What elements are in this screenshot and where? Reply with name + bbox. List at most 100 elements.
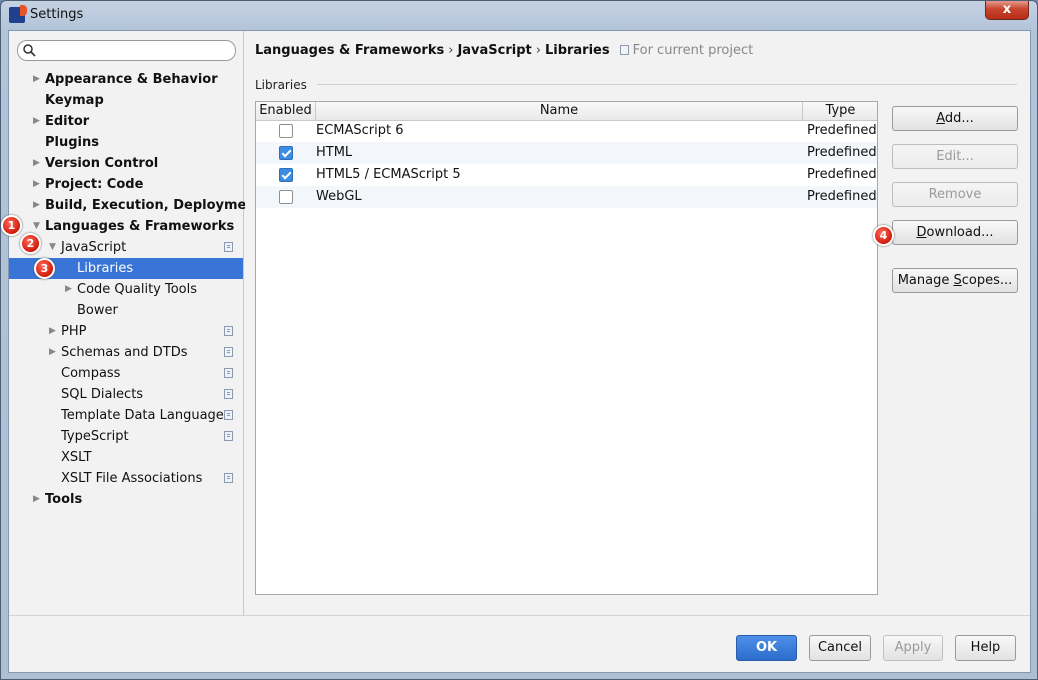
project-scope-icon	[224, 242, 233, 252]
column-header-type[interactable]: Type	[803, 102, 878, 120]
project-icon	[619, 45, 629, 55]
add-button[interactable]: Add...	[892, 106, 1018, 131]
column-header-enabled[interactable]: Enabled	[256, 102, 316, 120]
sidebar-item-label: Editor	[45, 114, 90, 129]
sidebar-item[interactable]: SQL Dialects	[9, 384, 243, 405]
column-header-name[interactable]: Name	[316, 102, 803, 120]
sidebar-item-label: Libraries	[77, 261, 134, 276]
project-scope-icon	[224, 389, 233, 399]
sidebar-item[interactable]: ▶ Editor	[9, 111, 243, 132]
breadcrumb-languages-frameworks[interactable]: Languages & Frameworks	[255, 43, 444, 58]
settings-search-input[interactable]	[17, 40, 236, 61]
enabled-checkbox[interactable]	[279, 124, 293, 138]
project-scope-icon	[224, 326, 233, 336]
help-button[interactable]: Help	[955, 635, 1016, 661]
sidebar-item-label: Tools	[45, 492, 83, 507]
sidebar-item[interactable]: XSLT File Associations	[9, 468, 243, 489]
collapse-right-icon[interactable]: ▶	[33, 69, 40, 90]
table-row[interactable]: ECMAScript 6 Predefined	[256, 120, 877, 142]
sidebar-item-label: Compass	[61, 366, 121, 381]
collapse-right-icon[interactable]: ▶	[65, 279, 72, 300]
sidebar-item-label: XSLT	[61, 450, 92, 465]
title-bar: Settings x	[1, 1, 1037, 29]
project-scope-note: For current project	[619, 43, 754, 58]
library-type: Predefined	[807, 123, 877, 138]
sidebar-item-label: TypeScript	[61, 429, 129, 444]
sidebar-item[interactable]: ▶ Project: Code	[9, 174, 243, 195]
sidebar-item[interactable]: ▶ Code Quality Tools	[9, 279, 243, 300]
libraries-table: Enabled Name Type ECMAScript 6 Predefined…	[255, 101, 878, 595]
sidebar-item[interactable]: ▶ Version Control	[9, 153, 243, 174]
settings-tree: ▶ Appearance & Behavior Keymap ▶ Editor Plugi…	[9, 69, 262, 510]
cancel-button[interactable]: Cancel	[809, 635, 871, 661]
table-row[interactable]: HTML Predefined	[256, 142, 877, 164]
sidebar-item[interactable]: Plugins	[9, 132, 243, 153]
project-scope-label: For current project	[632, 43, 754, 58]
library-name: WebGL	[316, 189, 362, 204]
table-row[interactable]: WebGL Predefined	[256, 186, 877, 208]
sidebar-item-label: Project: Code	[45, 177, 144, 192]
sidebar-item[interactable]: ▶ Appearance & Behavior	[9, 69, 243, 90]
sidebar-item-label: Bower	[77, 303, 118, 318]
sidebar-item-label: Plugins	[45, 135, 99, 150]
settings-window: Settings x ▶ Appearance & Behavior Keymap ▶…	[0, 0, 1038, 680]
add-label: dd...	[944, 111, 974, 126]
breadcrumb-javascript[interactable]: JavaScript	[457, 43, 531, 58]
sidebar-item-label: Version Control	[45, 156, 159, 171]
collapse-right-icon[interactable]: ▶	[49, 321, 56, 342]
enabled-checkbox[interactable]	[279, 146, 293, 160]
sidebar-item[interactable]: ▼ JavaScript	[9, 237, 243, 258]
project-scope-icon	[224, 431, 233, 441]
remove-button[interactable]: Remove	[892, 182, 1018, 207]
enabled-checkbox[interactable]	[279, 190, 293, 204]
project-scope-icon	[224, 347, 233, 357]
sidebar-item-label: Appearance & Behavior	[45, 72, 218, 87]
download-button[interactable]: Download...	[892, 220, 1018, 245]
sidebar-item[interactable]: Template Data Languages	[9, 405, 243, 426]
apply-button[interactable]: Apply	[883, 635, 943, 661]
table-row[interactable]: HTML5 / ECMAScript 5 Predefined	[256, 164, 877, 186]
dialog-body: ▶ Appearance & Behavior Keymap ▶ Editor Plugi…	[8, 30, 1031, 673]
annotation-badge-4: 4	[873, 225, 894, 246]
sidebar-item-label: Keymap	[45, 93, 104, 108]
sidebar-item-label: XSLT File Associations	[61, 471, 203, 486]
sidebar-item[interactable]: ▼ Languages & Frameworks	[9, 216, 243, 237]
collapse-right-icon[interactable]: ▶	[49, 342, 56, 363]
sidebar-item[interactable]: ▶ Build, Execution, Deployment	[9, 195, 262, 216]
manage-mnemonic: S	[953, 273, 962, 288]
expand-down-icon[interactable]: ▼	[49, 237, 56, 258]
sidebar-item[interactable]: ▶ Schemas and DTDs	[9, 342, 243, 363]
ok-button[interactable]: OK	[736, 635, 797, 661]
collapse-right-icon[interactable]: ▶	[33, 195, 40, 216]
close-button[interactable]: x	[985, 1, 1029, 20]
library-type: Predefined	[807, 167, 877, 182]
annotation-badge-3: 3	[34, 258, 55, 279]
library-type: Predefined	[807, 189, 877, 204]
download-label: ownload...	[926, 225, 994, 240]
library-name: HTML5 / ECMAScript 5	[316, 167, 461, 182]
sidebar-item[interactable]: XSLT	[9, 447, 243, 468]
library-name: ECMAScript 6	[316, 123, 404, 138]
library-name: HTML	[316, 145, 353, 160]
enabled-checkbox[interactable]	[279, 168, 293, 182]
edit-button[interactable]: Edit...	[892, 144, 1018, 169]
collapse-right-icon[interactable]: ▶	[33, 489, 40, 510]
sidebar-item-label: SQL Dialects	[61, 387, 144, 402]
project-scope-icon	[224, 368, 233, 378]
library-type: Predefined	[807, 145, 877, 160]
sidebar-item[interactable]: ▶ Tools	[9, 489, 243, 510]
collapse-right-icon[interactable]: ▶	[33, 153, 40, 174]
collapse-right-icon[interactable]: ▶	[33, 111, 40, 132]
sidebar-item[interactable]: Bower	[9, 300, 243, 321]
manage-scopes-button[interactable]: Manage Scopes...	[892, 268, 1018, 293]
sidebar-item-label: Schemas and DTDs	[61, 345, 188, 360]
collapse-right-icon[interactable]: ▶	[33, 174, 40, 195]
window-title: Settings	[30, 7, 84, 22]
sidebar-item[interactable]: ▶ PHP	[9, 321, 243, 342]
table-header: Enabled Name Type	[256, 102, 877, 121]
sidebar-item[interactable]: Compass	[9, 363, 243, 384]
project-scope-icon	[224, 410, 233, 420]
manage-label-pre: Manage	[897, 273, 954, 288]
sidebar-item[interactable]: TypeScript	[9, 426, 243, 447]
sidebar-item[interactable]: Keymap	[9, 90, 243, 111]
